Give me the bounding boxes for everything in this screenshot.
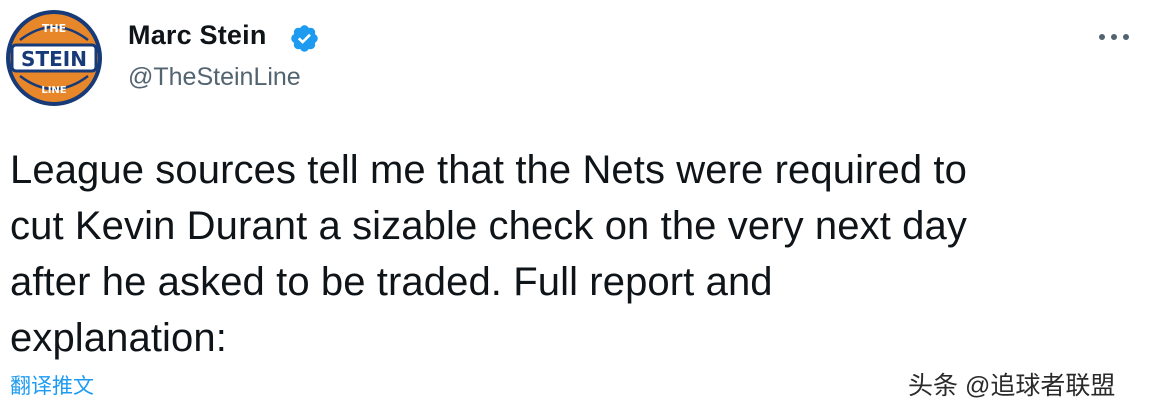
more-horizontal-icon	[1099, 34, 1129, 40]
verified-badge-icon	[289, 23, 320, 54]
watermark: 头条 @追球者联盟	[908, 372, 1116, 400]
tweet-text-line: cut Kevin Durant a sizable check on the …	[10, 204, 967, 248]
tweet-text-line: explanation:	[10, 316, 227, 360]
tweet-text: League sources tell me that the Nets wer…	[10, 142, 1150, 366]
tweet-text-line: League sources tell me that the Nets wer…	[10, 148, 967, 192]
avatar[interactable]: THE STEIN LINE	[6, 10, 102, 106]
tweet-text-line: after he asked to be traded. Full report…	[10, 260, 773, 304]
avatar-text-main: STEIN	[21, 47, 87, 71]
more-options-button[interactable]	[1094, 22, 1134, 52]
user-handle[interactable]: @TheSteinLine	[128, 63, 301, 92]
stein-line-logo: THE STEIN LINE	[6, 10, 102, 106]
display-name[interactable]: Marc Stein	[128, 20, 267, 51]
avatar-text-bottom: LINE	[41, 85, 66, 96]
avatar-text-top: THE	[42, 22, 66, 35]
translate-tweet-link[interactable]: 翻译推文	[10, 370, 94, 400]
tweet-card: THE STEIN LINE Marc Stein @TheSteinLine …	[0, 0, 1170, 412]
